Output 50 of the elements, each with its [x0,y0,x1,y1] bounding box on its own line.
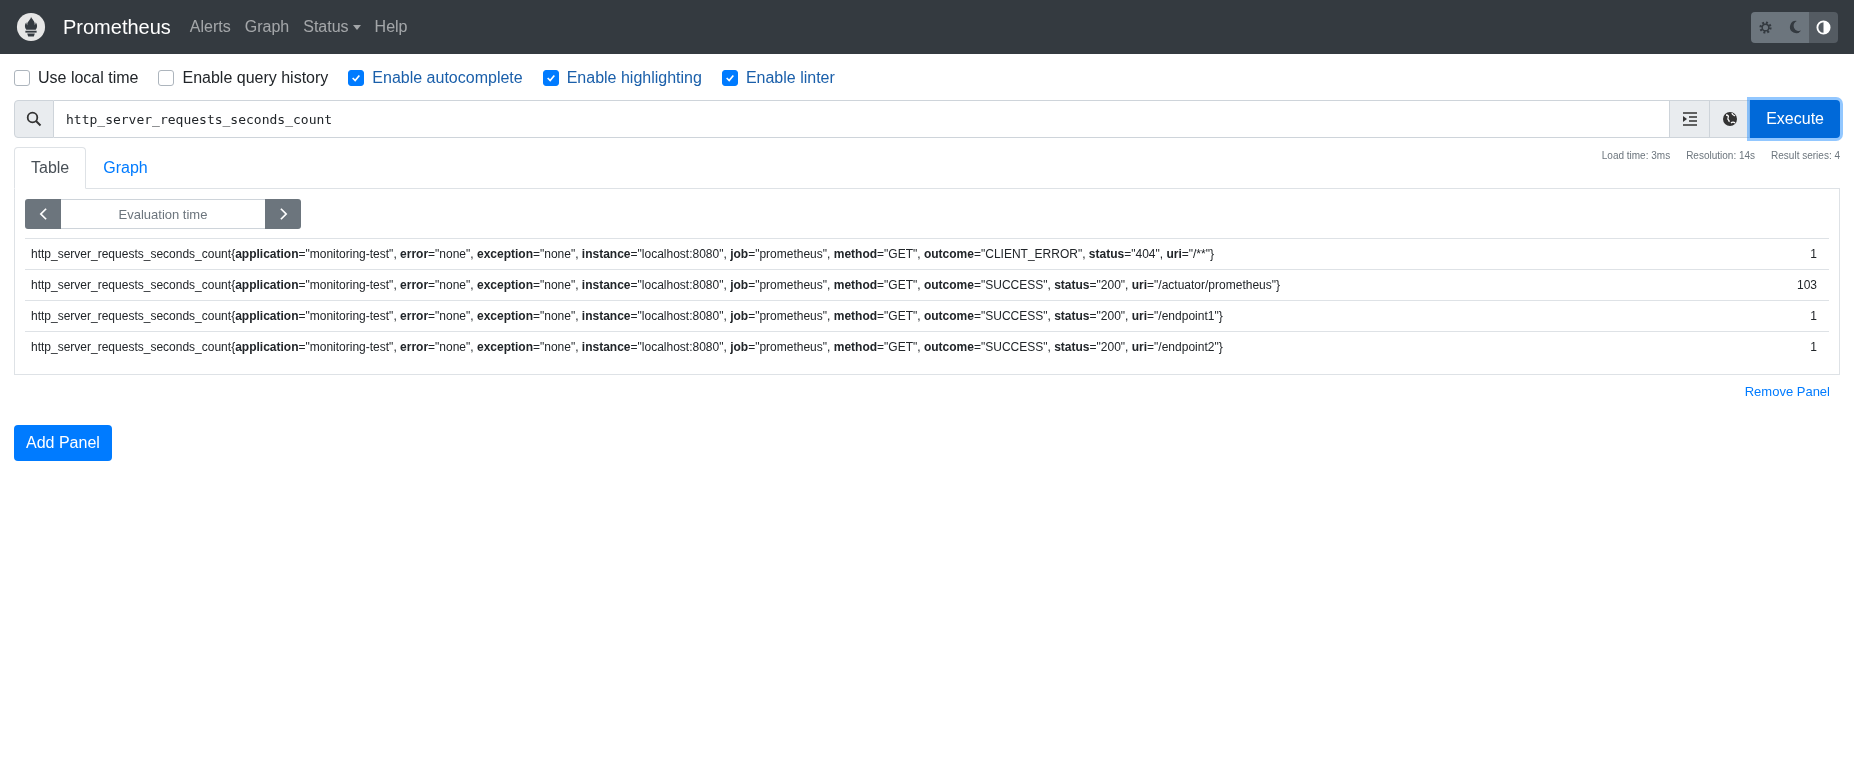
sample-value-text: 103 [1796,278,1817,292]
metrics-explorer-button[interactable] [1710,100,1751,138]
checkmark-icon [545,73,556,83]
query-input-field[interactable]: http_server_requests_seconds_count [54,100,1671,138]
checkbox-label[interactable]: Enable autocomplete [372,69,523,87]
checkmark-icon [724,73,735,83]
series-label-text: http_server_requests_seconds_count{application="monitoring-test", error="none", exception="none", instance="localhost:8080", job="prometheus", method="GET", outcome="SUCCESS", status="200", uri="/endpoint1"} [31,309,1223,323]
moon-icon [1787,20,1802,34]
checkmark-icon [351,73,362,83]
format-button[interactable] [1670,100,1711,138]
tab[interactable]: Table [14,147,87,189]
chevron-right-icon [278,207,288,221]
checkbox-label[interactable]: Use local time [38,69,139,87]
nav-link[interactable]: Graph [237,18,297,36]
series-label-text: http_server_requests_seconds_count{application="monitoring-test", error="none", exception="none", instance="localhost:8080", job="prometheus", method="GET", outcome="CLIENT_ERROR", status="404", uri="/**"} [31,247,1214,261]
tab[interactable]: Graph [86,147,165,189]
nav-link[interactable]: Help [367,18,415,36]
series-label-text: http_server_requests_seconds_count{application="monitoring-test", error="none", exception="none", instance="localhost:8080", job="prometheus", method="GET", outcome="SUCCESS", status="200", uri="/endpoint2"} [31,340,1223,354]
evaluation-time-input-field[interactable]: Evaluation time [61,199,265,229]
half-circle-icon [1816,19,1831,35]
remove-panel-link[interactable]: Remove Panel [1744,384,1830,399]
globe-icon [1721,111,1738,127]
gear-icon [1758,19,1773,35]
checkbox[interactable] [158,70,175,86]
sample-value-text: 1 [1810,340,1817,354]
execute-button[interactable]: Execute [1750,100,1840,138]
checkbox-label[interactable]: Enable highlighting [566,69,702,87]
checkbox[interactable] [348,70,365,86]
brand-title[interactable]: Prometheus [63,15,171,39]
theme-button[interactable] [1809,11,1838,43]
previous-button[interactable] [25,199,61,229]
checkbox[interactable] [721,70,738,86]
checkbox-label[interactable]: Enable query history [182,69,329,87]
sample-value-text: 1 [1810,247,1817,261]
series-label-text: http_server_requests_seconds_count{application="monitoring-test", error="none", exception="none", instance="localhost:8080", job="prometheus", method="GET", outcome="SUCCESS", status="200", uri="/actuator/prometheus"} [31,278,1280,292]
sample-value-text: 1 [1810,309,1817,323]
checkbox[interactable] [14,70,30,86]
search-icon [14,100,54,138]
query-stat-text: Result series: 4 [1771,150,1840,163]
nav-link[interactable]: Alerts [182,18,238,36]
checkbox-label[interactable]: Enable linter [745,69,835,87]
query-stat-text: Resolution: 14s [1686,150,1756,163]
nav-link[interactable]: Status [296,18,368,36]
next-button[interactable] [265,199,301,229]
flame-logo-icon [16,12,46,42]
add-panel-button[interactable]: Add Panel [14,425,112,461]
indent-icon [1681,111,1698,127]
checkbox[interactable] [542,70,559,86]
query-stat-text: Load time: 3ms [1601,150,1671,163]
chevron-left-icon [38,207,48,221]
